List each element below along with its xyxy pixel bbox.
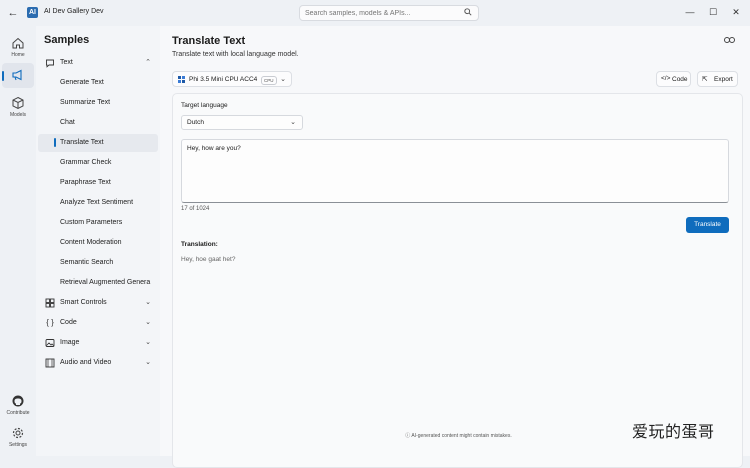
chevron-up-icon[interactable]: ⌃ [145, 58, 151, 66]
nav-rail: Home Models Contribute Settings [0, 26, 36, 456]
sidebar-item-label: Chat [60, 119, 75, 126]
samples-sidebar: Samples Text ⌃ Generate Text Summarize T… [36, 26, 161, 456]
rail-settings-label: Settings [8, 442, 28, 448]
app-logo-icon: AI [27, 7, 38, 18]
chevron-down-icon[interactable]: ⌄ [145, 298, 151, 306]
selection-indicator [2, 71, 4, 81]
chevron-down-icon[interactable]: ⌄ [145, 358, 151, 366]
gear-icon [11, 426, 25, 440]
chevron-down-icon[interactable]: ⌄ [145, 318, 151, 326]
sidebar-item-label: Custom Parameters [60, 219, 123, 226]
sidebar-title: Samples [44, 34, 90, 46]
export-button-label: Export [714, 76, 733, 83]
sample-panel: Target language Dutch ⌄ Hey, how are you… [172, 93, 743, 468]
sidebar-item-retrieval-augmented-generation[interactable]: Retrieval Augmented Genera [36, 274, 160, 292]
chevron-down-icon[interactable]: ⌄ [145, 338, 151, 346]
code-button[interactable]: </> Code [656, 71, 691, 87]
sidebar-item-label: Generate Text [60, 79, 104, 86]
sidebar-group-image[interactable]: Image ⌄ [36, 334, 160, 352]
input-textarea[interactable]: Hey, how are you? [181, 139, 729, 203]
grid-icon [45, 298, 55, 308]
device-badge: CPU [261, 76, 277, 85]
sidebar-group-smart-controls[interactable]: Smart Controls ⌄ [36, 294, 160, 312]
selection-indicator [54, 138, 56, 147]
minimize-button[interactable]: — [683, 5, 697, 19]
sidebar-item-summarize-text[interactable]: Summarize Text [36, 94, 160, 112]
sidebar-item-label: Grammar Check [60, 159, 112, 166]
sidebar-item-custom-parameters[interactable]: Custom Parameters [36, 214, 160, 232]
export-button[interactable]: ⇱ Export [697, 71, 738, 87]
page-subtitle: Translate text with local language model… [172, 51, 299, 58]
sidebar-group-label: Text [60, 59, 73, 66]
disclaimer-text: AI-generated content might contain mista… [411, 433, 512, 439]
title-bar: ← AI AI Dev Gallery Dev — ☐ ✕ [0, 0, 750, 26]
github-icon [11, 394, 25, 408]
character-count: 17 of 1024 [181, 206, 210, 212]
sidebar-item-label: Analyze Text Sentiment [60, 199, 134, 206]
back-arrow-icon[interactable]: ← [6, 6, 20, 20]
rail-settings[interactable]: Settings [2, 426, 34, 448]
sidebar-item-chat[interactable]: Chat [36, 114, 160, 132]
app-title: AI Dev Gallery Dev [44, 8, 104, 15]
search-input[interactable] [305, 7, 455, 19]
image-icon [45, 338, 55, 348]
sidebar-item-label: Translate Text [60, 139, 104, 146]
sidebar-item-label: Paraphrase Text [60, 179, 111, 186]
rail-contribute[interactable]: Contribute [2, 394, 34, 416]
rail-models-label: Models [9, 112, 27, 118]
sidebar-item-label: Content Moderation [60, 239, 122, 246]
windows-icon [178, 76, 185, 83]
sidebar-item-paraphrase-text[interactable]: Paraphrase Text [36, 174, 160, 192]
rail-contribute-label: Contribute [6, 410, 30, 416]
sidebar-item-generate-text[interactable]: Generate Text [36, 74, 160, 92]
code-button-label: Code [672, 76, 688, 83]
rail-home-label: Home [11, 52, 25, 58]
translate-button[interactable]: Translate [686, 217, 729, 233]
sidebar-group-code[interactable]: { } Code ⌄ [36, 314, 160, 332]
chevron-down-icon: ⌄ [290, 119, 296, 126]
model-name: Phi 3.5 Mini CPU ACC4 [189, 76, 258, 83]
watermark: 爱玩的蛋哥 [632, 422, 715, 441]
target-language-value: Dutch [187, 119, 204, 126]
link-icon[interactable] [724, 36, 735, 46]
close-button[interactable]: ✕ [729, 5, 743, 19]
rail-models[interactable]: Models [2, 96, 34, 118]
sidebar-group-label: Audio and Video [60, 359, 112, 366]
target-language-dropdown[interactable]: Dutch ⌄ [181, 115, 303, 130]
sidebar-item-translate-text[interactable]: Translate Text [38, 134, 158, 152]
rail-samples[interactable] [2, 63, 34, 88]
rail-home[interactable]: Home [2, 36, 34, 58]
target-language-label: Target language [181, 102, 228, 109]
page-title: Translate Text [172, 35, 246, 47]
code-icon: </> [661, 75, 671, 82]
sidebar-item-label: Retrieval Augmented Genera [60, 279, 151, 286]
sidebar-group-label: Code [60, 319, 77, 326]
main-content: Translate Text Translate text with local… [160, 26, 750, 468]
translation-label: Translation: [181, 241, 218, 248]
sidebar-item-analyze-text-sentiment[interactable]: Analyze Text Sentiment [36, 194, 160, 212]
cube-icon [11, 96, 25, 110]
sidebar-item-grammar-check[interactable]: Grammar Check [36, 154, 160, 172]
search-box[interactable] [299, 5, 479, 21]
chat-icon [45, 58, 55, 68]
translation-result: Hey, hoe gaat het? [181, 256, 236, 263]
media-icon [45, 358, 55, 368]
sidebar-group-label: Image [60, 339, 80, 346]
sidebar-group-label: Smart Controls [60, 299, 107, 306]
sidebar-item-label: Semantic Search [60, 259, 114, 266]
sidebar-item-semantic-search[interactable]: Semantic Search [36, 254, 160, 272]
sidebar-group-audio-video[interactable]: Audio and Video ⌄ [36, 354, 160, 372]
sidebar-item-label: Summarize Text [60, 99, 111, 106]
model-selector[interactable]: Phi 3.5 Mini CPU ACC4 CPU ⌄ [172, 71, 292, 87]
home-icon [11, 36, 25, 50]
sidebar-item-content-moderation[interactable]: Content Moderation [36, 234, 160, 252]
chevron-down-icon: ⌄ [280, 76, 286, 83]
maximize-button[interactable]: ☐ [706, 5, 720, 19]
sidebar-group-text[interactable]: Text ⌃ [36, 54, 160, 72]
megaphone-icon [11, 68, 25, 82]
search-icon[interactable] [464, 8, 472, 18]
export-icon: ⇱ [702, 76, 708, 83]
braces-icon: { } [46, 318, 54, 327]
